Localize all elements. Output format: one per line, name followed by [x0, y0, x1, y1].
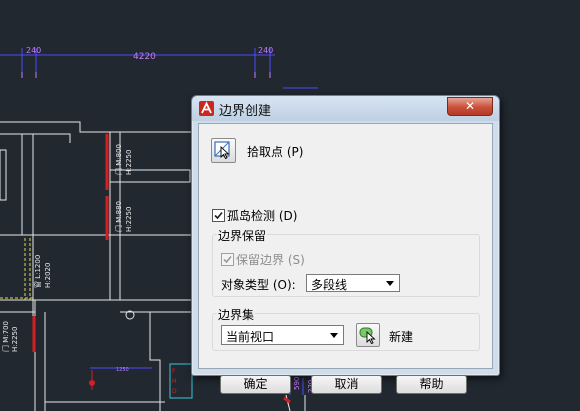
wall — [149, 312, 161, 411]
door-label: 门 M:700 — [1, 321, 10, 352]
check-icon — [223, 255, 232, 264]
wall — [0, 133, 71, 143]
pick-points-button[interactable] — [211, 138, 236, 163]
window-label: 窗 L:1200 — [33, 255, 42, 288]
object-type-value: 多段线 — [311, 278, 348, 292]
dim-text: 590 — [293, 377, 301, 390]
dim-point — [89, 380, 95, 386]
retain-boundary-label: 保留边界 (S) — [236, 253, 305, 267]
retain-boundary-checkbox[interactable] — [221, 253, 234, 266]
door-label: H:2250 — [11, 327, 19, 352]
tag-text: F — [172, 368, 176, 375]
dim-text: 1250 — [116, 367, 129, 373]
chevron-down-icon — [330, 333, 338, 338]
dialog-title: 边界创建 — [219, 104, 272, 119]
help-button[interactable]: 帮助 — [396, 375, 467, 394]
red-mark — [283, 396, 291, 404]
close-button[interactable]: ✕ — [447, 97, 493, 116]
window-label: H:2020 — [44, 263, 52, 288]
new-boundary-set-button[interactable] — [356, 323, 380, 347]
island-detection-checkbox[interactable] — [212, 209, 225, 222]
door-label: H:2250 — [125, 150, 133, 175]
tag-text: H — [172, 378, 177, 385]
island-detection-label: 孤岛检测 (D) — [227, 209, 298, 223]
door-label: H:2250 — [125, 207, 133, 232]
dialog-body: 拾取点 (P) 孤岛检测 (D) 边界保留 保留边界 (S) 对象类型 (O):… — [198, 123, 493, 394]
dim-text: 240 — [26, 46, 41, 55]
boundary-set-title: 边界集 — [217, 306, 256, 323]
door-label: 门 M:880 — [114, 201, 123, 232]
tag-text: D — [172, 388, 177, 395]
object-type-select[interactable]: 多段线 — [306, 274, 400, 292]
cancel-button[interactable]: 取消 — [311, 375, 382, 394]
new-label: 新建 — [389, 330, 414, 344]
pick-points-label: 拾取点 (P) — [247, 145, 304, 159]
object-type-label: 对象类型 (O): — [221, 278, 296, 292]
select-objects-icon — [359, 327, 376, 345]
boundary-retain-title: 边界保留 — [217, 227, 268, 244]
chevron-down-icon — [386, 281, 394, 286]
ok-button[interactable]: 确定 — [220, 375, 291, 394]
pick-point-icon — [214, 141, 230, 160]
dim-text: 240 — [258, 46, 273, 55]
close-icon: ✕ — [464, 99, 476, 113]
wall-box — [0, 149, 7, 201]
boundary-set-select[interactable]: 当前视口 — [221, 325, 344, 345]
dim-text: 4220 — [133, 52, 156, 62]
autocad-a-icon — [199, 101, 214, 116]
dialog-titlebar[interactable]: 边界创建 ✕ — [192, 96, 499, 121]
check-icon — [214, 211, 223, 220]
wall — [285, 394, 291, 411]
door-label: 门 M:800 — [114, 144, 123, 175]
boundary-creation-dialog[interactable]: 边界创建 ✕ 拾取点 (P) 孤岛检测 (D) 边界保留 保留边界 (S) 对象… — [191, 95, 500, 394]
boundary-set-value: 当前视口 — [226, 330, 275, 344]
wall — [0, 121, 192, 133]
